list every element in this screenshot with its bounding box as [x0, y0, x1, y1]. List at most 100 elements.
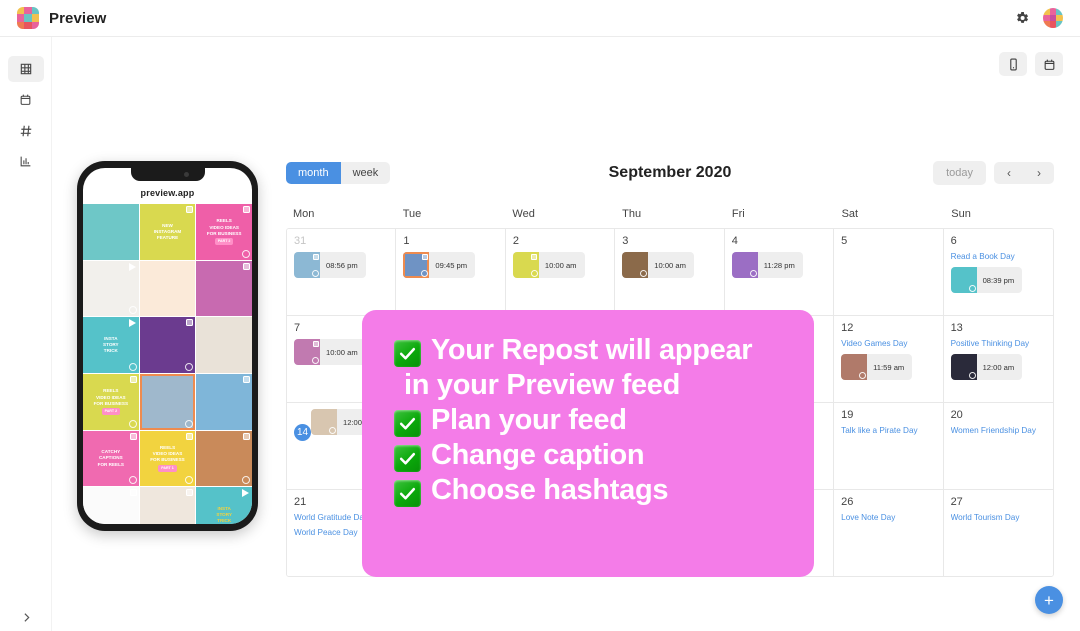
calendar-icon[interactable]: [1035, 52, 1063, 76]
post-time: 10:00 am: [326, 347, 358, 357]
check-mark-icon: [394, 444, 421, 472]
clock-icon: [185, 419, 194, 428]
calendar-day-cell[interactable]: 26 Love Note Day: [834, 490, 944, 576]
add-post-button[interactable]: +: [1035, 586, 1063, 614]
instagram-grid-cell[interactable]: NEW INSTAGRAM FEATURE: [139, 204, 196, 260]
promo-line: in your Preview feed: [394, 369, 788, 402]
preview-logo-icon: [17, 7, 39, 29]
instagram-grid-cell[interactable]: [83, 487, 139, 524]
day-of-week-label: Tue: [402, 208, 422, 220]
avatar-cell: [1043, 21, 1050, 28]
logo-cell: [17, 14, 25, 22]
instagram-grid-cell[interactable]: [196, 430, 252, 487]
post-thumbnail: [731, 252, 758, 278]
special-day-event[interactable]: Video Games Day: [841, 339, 936, 348]
instagram-grid-cell[interactable]: [196, 317, 252, 374]
instagram-grid-cell[interactable]: [139, 260, 196, 317]
sidebar-item-analytics[interactable]: [8, 149, 44, 175]
calendar-day-cell[interactable]: 4 11:28 pm: [724, 229, 835, 315]
scheduled-post-chip[interactable]: 12:00 am: [950, 354, 1023, 380]
carousel-icon: [186, 489, 194, 497]
scheduled-post-chip[interactable]: 10:00 am: [512, 252, 585, 278]
logo-cell: [24, 21, 32, 29]
avatar[interactable]: [1043, 8, 1063, 28]
carousel-icon: [129, 432, 137, 440]
page-title: September 2020: [608, 164, 732, 181]
scheduled-post-chip[interactable]: 09:45 pm: [403, 252, 476, 278]
instagram-grid-cell[interactable]: [196, 374, 252, 430]
scheduled-post-chip[interactable]: 08:39 pm: [950, 267, 1023, 293]
carousel-icon: [129, 376, 137, 384]
scheduled-post-chip[interactable]: 10:00 am: [294, 339, 366, 365]
calendar-day-cell[interactable]: 12 Video Games Day 11:59 am: [834, 316, 944, 402]
sidebar-expand-button[interactable]: [0, 611, 52, 624]
scheduled-post-chip[interactable]: 11:28 pm: [731, 252, 803, 278]
avatar-cell: [1056, 21, 1063, 28]
special-day-event[interactable]: World Tourism Day: [951, 513, 1047, 522]
scheduled-post-chip[interactable]: 08:56 pm: [294, 252, 366, 278]
day-number: 13: [950, 322, 963, 334]
instagram-grid-cell[interactable]: [139, 317, 196, 374]
instagram-grid-cell[interactable]: [196, 260, 252, 317]
sidebar-item-grid[interactable]: [7, 55, 44, 82]
promo-line: Choose hashtags: [394, 474, 788, 507]
day-number: 31: [294, 235, 307, 247]
view-toggle-group: [999, 52, 1063, 76]
clock-icon: [640, 270, 648, 277]
clock-icon: [128, 306, 137, 315]
day-number: 12: [841, 322, 854, 334]
carousel-icon: [129, 489, 137, 497]
avatar-cell: [1056, 14, 1063, 22]
promo-overlay: Your Repost will appear in your Preview f…: [362, 310, 814, 577]
instagram-grid-cell[interactable]: [139, 374, 196, 430]
instagram-grid-cell[interactable]: CATCHY CAPTIONS FOR REELS: [83, 430, 139, 487]
grid-cell-pill: PART 2: [214, 238, 234, 246]
calendar-day-cell[interactable]: 20 Women Friendship Day: [943, 403, 1053, 489]
instagram-grid-cell[interactable]: [139, 487, 196, 524]
special-day-event[interactable]: Talk like a Pirate Day: [841, 426, 936, 435]
special-day-event[interactable]: Positive Thinking Day: [951, 339, 1047, 348]
post-time: 09:45 pm: [435, 260, 468, 270]
day-of-week-label: Wed: [512, 208, 535, 220]
calendar-day-cell[interactable]: 5: [834, 229, 944, 315]
calendar-day-cell[interactable]: 1 09:45 pm: [396, 229, 506, 315]
post-thumbnail: [950, 267, 977, 293]
instagram-grid-preview[interactable]: NEW INSTAGRAM FEATURE REELS VIDEO IDEAS FOR B…: [83, 204, 252, 524]
instagram-grid-cell[interactable]: REELS VIDEO IDEAS FOR BUSINESS PART 1: [139, 430, 196, 487]
clock-icon: [128, 363, 137, 371]
sidebar-item-hashtags[interactable]: [8, 118, 44, 144]
clock-icon: [312, 357, 319, 364]
play-icon: [128, 262, 136, 271]
top-bar: Preview: [0, 0, 1080, 37]
instagram-grid-cell[interactable]: REELS VIDEO IDEAS FOR BUSINESS PART 2: [196, 204, 252, 260]
sidebar-item-calendar[interactable]: [8, 87, 44, 113]
post-thumbnail: [294, 252, 320, 278]
mobile-icon[interactable]: [999, 52, 1027, 76]
special-day-event[interactable]: Women Friendship Day: [951, 426, 1047, 435]
post-time: 11:59 am: [873, 362, 905, 372]
grid-cell-pill: PART 1: [158, 465, 177, 472]
calendar-day-cell[interactable]: 27 World Tourism Day: [943, 490, 1053, 576]
post-thumbnail: [841, 354, 868, 380]
instagram-grid-cell[interactable]: INSTA STORY TRICK: [196, 487, 252, 524]
calendar-day-cell[interactable]: 13 Positive Thinking Day 12:00 am: [943, 316, 1053, 402]
scheduled-post-chip[interactable]: 11:59 am: [841, 354, 913, 380]
day-number: 26: [841, 496, 854, 508]
post-thumbnail: [311, 409, 337, 435]
instagram-grid-cell[interactable]: [83, 204, 139, 260]
calendar-day-cell[interactable]: 3 10:00 am: [615, 229, 725, 315]
calendar-day-cell[interactable]: 2 10:00 am: [505, 229, 616, 315]
scheduled-post-chip[interactable]: 10:00 am: [622, 252, 694, 278]
calendar-day-cell[interactable]: 31 08:56 pm: [287, 229, 397, 315]
special-day-event[interactable]: Love Note Day: [841, 513, 936, 522]
calendar-day-cell[interactable]: 6 Read a Book Day 08:39 pm: [943, 229, 1053, 315]
instagram-grid-cell[interactable]: INSTA STORY TRICK: [83, 317, 139, 373]
instagram-grid-cell[interactable]: REELS VIDEO IDEAS FOR BUSINESS PART 2: [83, 374, 139, 430]
instagram-grid-cell[interactable]: [83, 260, 139, 317]
gear-icon[interactable]: [1013, 9, 1031, 27]
calendar-day-cell[interactable]: 19 Talk like a Pirate Day: [834, 403, 944, 489]
special-day-event[interactable]: Read a Book Day: [951, 252, 1047, 261]
day-number: 6: [950, 235, 957, 247]
clock-icon: [421, 270, 429, 277]
day-number: 20: [950, 409, 963, 421]
